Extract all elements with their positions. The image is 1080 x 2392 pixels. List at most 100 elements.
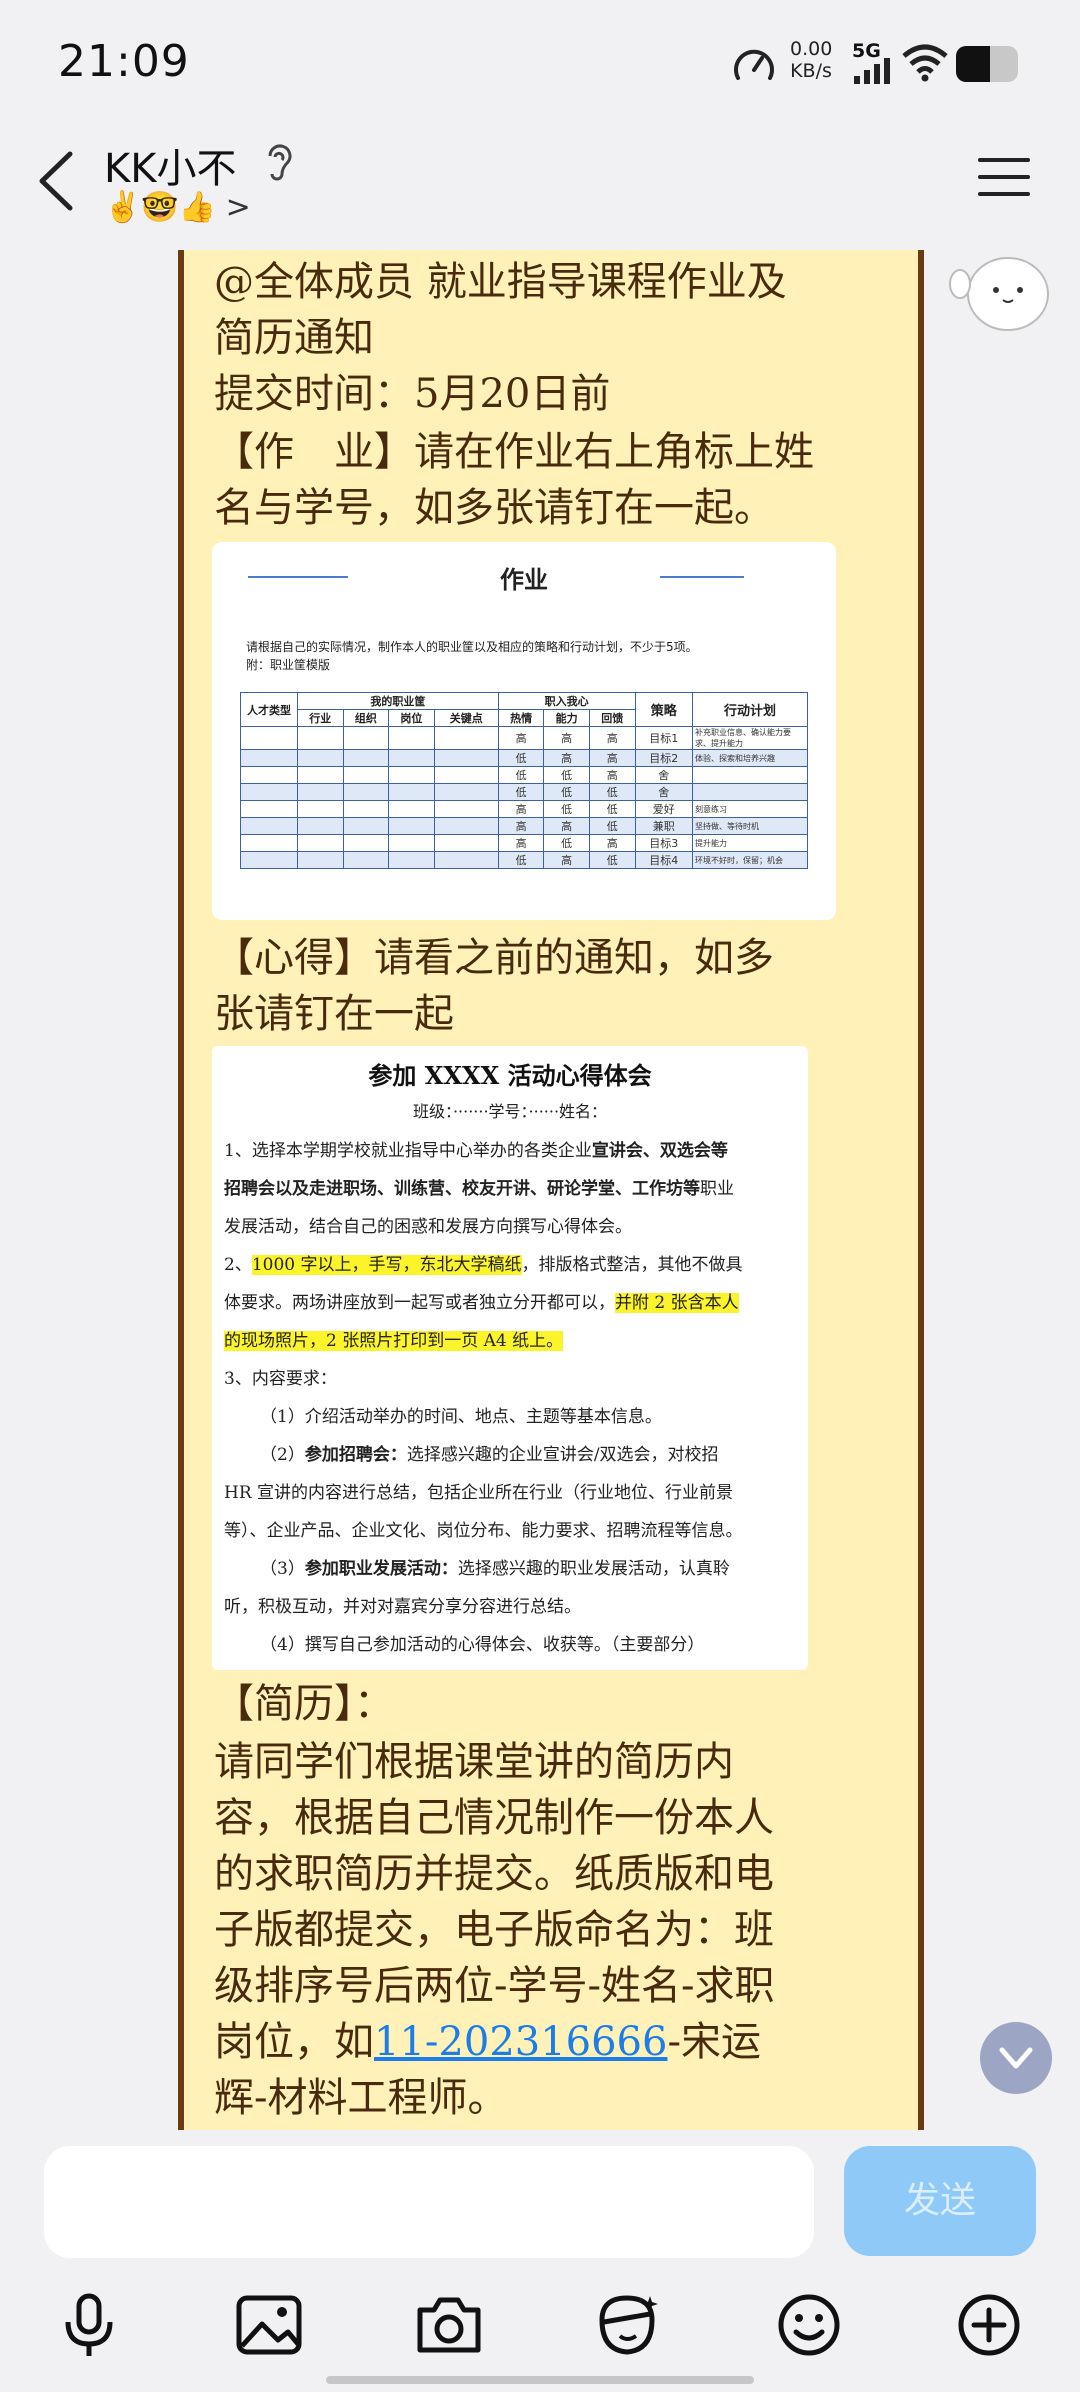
wifi-icon [902,44,948,82]
doc-text-bold: 招聘会以及走进职场、训练营、校友开讲、研论学堂、工作坊等 [224,1179,700,1199]
message-input[interactable] [44,2146,814,2258]
menu-icon[interactable] [978,156,1030,198]
message-line: 张请钉在一起 [214,991,454,1037]
table-cell [240,851,298,869]
experience-notice-image[interactable]: 参加 XXXX 活动心得体会 班级：·······学号：······姓名： 1、… [212,1046,808,1670]
microphone-icon[interactable] [54,2290,124,2360]
network-speed: 0.00 KB/s [790,38,832,82]
table-row: 高高高目标1 补充职业信息、确认能力要求、提升能力 [240,726,808,750]
doc-text: 选择感兴趣的企业宣讲会/双选会，对校招 [406,1445,719,1465]
table-cell [240,726,298,750]
doc-text: ，排版格式整洁，其他不做具 [521,1255,743,1275]
message-line: 辉-材料工程师。 [214,2075,508,2121]
table-cell [388,749,435,767]
doc-text-bold: 参加招聘会： [304,1445,407,1465]
table-cell: 低 [588,851,636,869]
table-cell [433,800,499,818]
table-cell [388,783,435,801]
career-table-body: 高高高目标1 补充职业信息、确认能力要求、提升能力低高高目标2 体验、探索和培养兴趣… [240,726,808,869]
message-line: 【作 业】请在作业右上角标上姓 [214,429,814,475]
table-cell [297,851,344,869]
sheet-attachment: 附：职业筐模版 [246,658,331,672]
table-row: 低低高舍 [240,766,808,784]
table-cell [240,766,298,784]
doc-paragraph: 1、选择本学期学校就业指导中心举办的各类企业宣讲会、双选会等 [224,1132,800,1170]
table-cell: 高 [543,726,590,750]
image-icon[interactable] [234,2290,304,2360]
table-cell [297,800,344,818]
table-cell: 低 [497,851,545,869]
table-cell [388,766,435,784]
th-ability: 能力 [543,709,590,727]
sheet-title: 作业 [500,566,548,594]
phone-number-link[interactable]: 11-202316666 [374,2019,667,2065]
message-line: 提交时间：5月20日前 [214,371,611,417]
table-cell: 低 [588,800,636,818]
table-cell: 体验、探索和培养兴趣 [692,749,808,767]
table-cell [433,766,499,784]
message-line: @全体成员 就业指导课程作业及 [214,259,787,305]
table-cell: 低 [497,749,545,767]
table-row: 低高低目标4 环境不好时，保留；机会 [240,851,808,869]
table-cell: 高 [497,726,545,750]
scroll-to-bottom-button[interactable] [980,2022,1052,2094]
network-speed-unit: KB/s [790,60,832,82]
table-cell: 低 [543,834,590,852]
table-cell [692,783,808,801]
table-cell: 兼职 [634,817,694,835]
message-line: 【心得】请看之前的通知，如多 [214,935,774,981]
table-cell [297,749,344,767]
homework-template-image[interactable]: 作业 请根据自己的实际情况，制作本人的职业筐以及相应的策略和行动计划，不少于5项… [212,542,836,920]
plus-icon[interactable] [954,2290,1024,2360]
table-cell [388,834,435,852]
sticker-face-icon[interactable] [592,2290,662,2360]
doc-text: 职业 [700,1179,734,1199]
table-cell [240,834,298,852]
table-cell [388,817,435,835]
table-cell: 高 [543,749,590,767]
table-cell: 目标4 [634,851,694,869]
doc-paragraph: 的现场照片，2 张照片打印到一页 A4 纸上。 [224,1322,800,1360]
table-cell [297,766,344,784]
back-arrow-icon[interactable] [34,150,84,212]
sheet-instruction: 请根据自己的实际情况，制作本人的职业筐以及相应的策略和行动计划，不少于5项。 [246,640,698,654]
table-cell: 舍 [634,783,694,801]
th-talent: 人才类型 [240,692,298,727]
table-cell [692,766,808,784]
th-org: 组织 [342,709,390,727]
message-line: 名与学号，如多张请钉在一起。 [214,485,774,531]
doc-paragraph: （3）参加职业发展活动：选择感兴趣的职业发展活动，认真聆 [224,1550,800,1588]
message-line: 【简历】： [214,1681,394,1727]
doc-highlight: 1000 字以上，手写，东北大学稿纸 [251,1255,522,1275]
table-cell [433,783,499,801]
home-indicator[interactable] [326,2376,754,2384]
th-strategy: 策略 [634,692,694,727]
contact-status[interactable]: ✌️🤓👍 > [104,190,251,225]
table-cell [297,817,344,835]
emoji-icon[interactable] [774,2290,844,2360]
doc-paragraph: （2）参加招聘会：选择感兴趣的企业宣讲会/双选会，对校招 [224,1436,800,1474]
career-table: 人才类型 我的职业筐 职入我心 策略 行动计划 行业 组织 岗位 关键点 热情 … [240,692,808,869]
doc-paragraph: 发展活动，结合自己的困惑和发展方向撰写心得体会。 [224,1217,632,1237]
contact-name[interactable]: KK小不 [104,136,236,194]
table-cell: 高 [497,800,545,818]
table-cell [342,817,390,835]
doc-paragraph: 等）、企业产品、企业文化、岗位分布、能力要求、招聘流程等信息。 [224,1521,743,1541]
table-cell [240,817,298,835]
message-line: 请同学们根据课堂讲的简历内 [214,1739,734,1785]
th-industry: 行业 [297,709,344,727]
signal-icon [854,58,890,84]
status-time: 21:09 [58,36,190,87]
th-feedback: 回馈 [588,709,636,727]
doc-text: 1、选择本学期学校就业指导中心举办的各类企业 [224,1141,592,1161]
message-text: -宋运 [667,2019,761,2065]
camera-icon[interactable] [414,2290,484,2360]
table-cell: 低 [543,783,590,801]
doc-paragraph: 招聘会以及走进职场、训练营、校友开讲、研论学堂、工作坊等职业 [224,1170,800,1208]
doc-paragraph: 听，积极互动，并对对嘉宾分享分容进行总结。 [224,1597,581,1617]
table-cell: 目标1 [634,726,694,750]
table-cell [240,783,298,801]
table-cell: 刻意练习 [692,800,808,818]
th-post: 岗位 [388,709,435,727]
send-button[interactable]: 发送 [844,2146,1036,2256]
